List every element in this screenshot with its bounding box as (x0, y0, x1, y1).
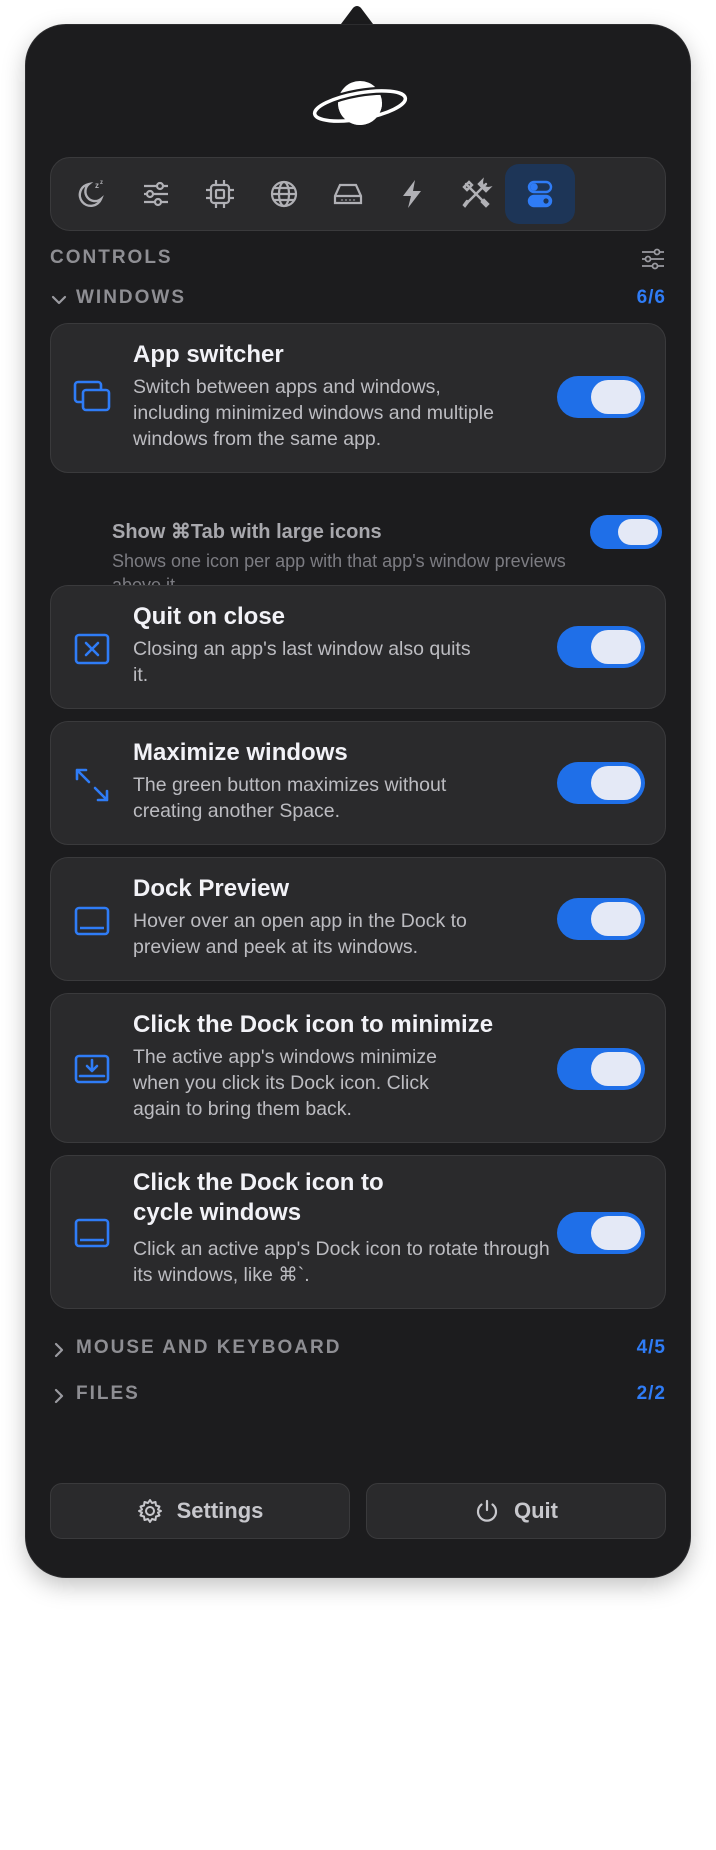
dock-minimize-toggle[interactable] (557, 1048, 645, 1090)
quit-on-close-toggle[interactable] (557, 626, 645, 668)
group-header-files[interactable]: FILES 2/2 (50, 1381, 666, 1411)
control-card-quit-on-close: Quit on close Closing an app's last wind… (50, 585, 666, 709)
settings-button[interactable]: Settings (50, 1483, 350, 1539)
power-icon (476, 1499, 498, 1522)
dock-cycle-toggle[interactable] (557, 1212, 645, 1254)
tools-icon[interactable] (441, 164, 511, 224)
control-title: App switcher (133, 341, 284, 368)
filter-sliders-icon[interactable] (640, 247, 666, 271)
globe-icon[interactable] (249, 164, 319, 224)
control-title: Dock Preview (133, 875, 290, 902)
sub-option-title: Show ⌘Tab with large icons (112, 521, 382, 543)
chevron-right-icon (54, 1388, 64, 1404)
dock-minimize-icon (74, 1054, 110, 1084)
group-count: 6/6 (636, 287, 666, 308)
dock-preview-toggle[interactable] (557, 898, 645, 940)
gear-icon (137, 1499, 162, 1523)
app-switcher-toggle[interactable] (557, 376, 645, 418)
control-description: The active app's windows minimize when y… (133, 1046, 437, 1120)
control-card-dock-cycle: Click the Dock icon to cycle windows Cli… (50, 1155, 666, 1309)
svg-text:z: z (95, 181, 99, 190)
group-count: 4/5 (636, 1337, 666, 1358)
dock-cycle-icon (74, 1218, 110, 1248)
maximize-arrows-icon (75, 768, 109, 802)
popover-panel: zz CONTROLS WINDOWS 6/6 App switcher Swi… (26, 25, 690, 1577)
group-header-mouse-keyboard[interactable]: MOUSE AND KEYBOARD 4/5 (50, 1335, 666, 1365)
control-description: Closing an app's last window also quits … (133, 638, 471, 686)
window-close-icon (74, 633, 110, 665)
group-label: FILES (76, 1383, 140, 1404)
control-title: Click the Dock icon to minimize (133, 1011, 494, 1038)
control-title: Quit on close (133, 603, 286, 630)
control-description: Switch between apps and windows, includi… (133, 376, 494, 450)
control-title: Maximize windows (133, 739, 348, 766)
control-card-dock-minimize: Click the Dock icon to minimize The acti… (50, 993, 666, 1143)
settings-label: Settings (176, 1498, 264, 1523)
control-description: The green button maximizes without creat… (133, 774, 447, 822)
saturn-logo-icon (310, 81, 410, 126)
group-count: 2/2 (636, 1383, 666, 1404)
chevron-down-icon (51, 295, 67, 305)
control-title: Click the Dock icon to cycle windows (133, 1169, 384, 1226)
app-switcher-windows-icon (73, 380, 111, 412)
control-card-app-switcher: App switcher Switch between apps and win… (50, 323, 666, 473)
lightning-bolt-icon[interactable] (377, 164, 447, 224)
group-header-windows[interactable]: WINDOWS 6/6 (50, 285, 666, 315)
maximize-windows-toggle[interactable] (557, 762, 645, 804)
cpu-chip-icon[interactable] (185, 164, 255, 224)
category-tab-bar: zz (50, 157, 666, 231)
chevron-right-icon (54, 1342, 64, 1358)
control-description: Hover over an open app in the Dock to pr… (133, 910, 467, 958)
quit-button[interactable]: Quit (366, 1483, 666, 1539)
group-label: WINDOWS (76, 287, 187, 308)
group-label: MOUSE AND KEYBOARD (76, 1337, 342, 1358)
disk-drive-icon[interactable] (313, 164, 383, 224)
control-description: Click an active app's Dock icon to rotat… (133, 1238, 550, 1286)
control-card-maximize-windows: Maximize windows The green button maximi… (50, 721, 666, 845)
sleep-moon-icon[interactable]: zz (57, 164, 127, 224)
sliders-icon[interactable] (121, 164, 191, 224)
large-icons-toggle[interactable] (590, 515, 662, 549)
quit-label: Quit (514, 1498, 558, 1523)
svg-text:z: z (100, 180, 103, 186)
control-card-dock-preview: Dock Preview Hover over an open app in t… (50, 857, 666, 981)
section-title: CONTROLS (50, 247, 173, 268)
toggles-icon[interactable] (505, 164, 575, 224)
dock-window-icon (74, 906, 110, 936)
